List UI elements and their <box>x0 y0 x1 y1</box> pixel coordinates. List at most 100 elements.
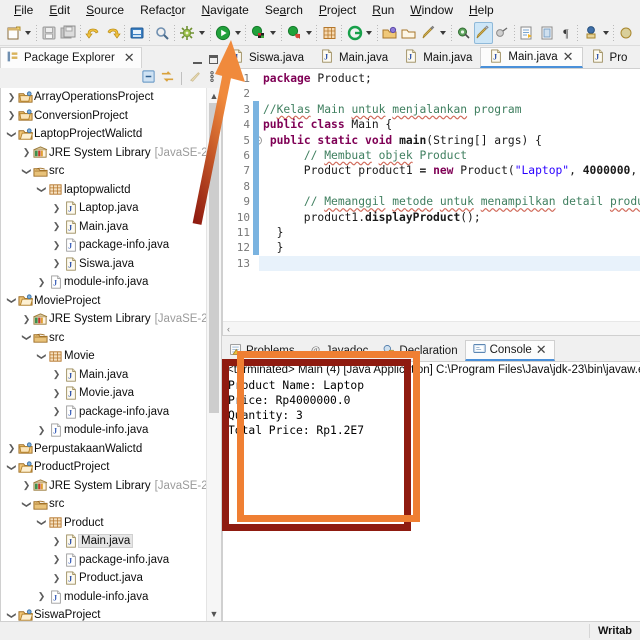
back-icon[interactable] <box>537 22 556 44</box>
tree-item-laptopprojectwalictd[interactable]: ❯LaptopProjectWalictd <box>1 125 221 144</box>
java-editor[interactable]: 12345−678910111213 package Product; //Ke… <box>222 68 640 336</box>
console-tab-problems[interactable]: Problems <box>222 340 302 361</box>
tree-item-movie-java[interactable]: ❯JMovie.java <box>1 384 221 403</box>
tree-item-jre-system-library[interactable]: ❯JRE System Library[JavaSE-23] <box>1 477 221 496</box>
last-edit-location-icon[interactable] <box>518 22 537 44</box>
coverage-icon[interactable] <box>284 22 303 44</box>
close-icon[interactable]: ✕ <box>124 50 135 66</box>
code-line[interactable]: product1.displayProduct(); <box>259 210 640 225</box>
save-icon[interactable] <box>40 22 59 44</box>
menu-item-file[interactable]: File <box>6 1 41 19</box>
chevron-right-icon[interactable]: ❯ <box>36 277 47 288</box>
chevron-right-icon[interactable]: ❯ <box>36 425 47 436</box>
menu-item-search[interactable]: Search <box>257 1 311 19</box>
tree-item-laptop-java[interactable]: ❯JLaptop.java <box>1 199 221 218</box>
tree-item-module-info-java[interactable]: ❯Jmodule-info.java <box>1 421 221 440</box>
debug-icon[interactable] <box>249 22 268 44</box>
chevron-right-icon[interactable]: ❯ <box>51 406 62 417</box>
chevron-down-icon[interactable]: ❯ <box>21 332 32 343</box>
chevron-right-icon[interactable]: ❯ <box>51 258 62 269</box>
editor-tab-2[interactable]: JMain.java <box>396 47 480 68</box>
scroll-down-icon[interactable]: ▼ <box>207 606 221 621</box>
tree-item-siswa-java[interactable]: ❯JSiswa.java <box>1 255 221 274</box>
console-tab-javadoc[interactable]: @Javadoc <box>302 340 376 361</box>
link-icon[interactable] <box>153 22 172 44</box>
tree-item-product-java[interactable]: ❯JProduct.java <box>1 569 221 588</box>
skip-breakpoints-icon[interactable] <box>581 22 600 44</box>
tree-item-main-java[interactable]: ❯JMain.java <box>1 218 221 237</box>
tree-item-arrayoperationsproject[interactable]: ❯ArrayOperationsProject <box>1 88 221 107</box>
project-tree[interactable]: ❯ArrayOperationsProject❯ConversionProjec… <box>0 88 222 622</box>
link-with-editor-icon[interactable] <box>160 69 175 87</box>
editor-tab-1[interactable]: JMain.java <box>312 47 396 68</box>
menu-item-edit[interactable]: Edit <box>41 1 78 19</box>
editor-tab-3[interactable]: JMain.java✕ <box>480 47 582 68</box>
chevron-down-icon[interactable]: ❯ <box>6 610 17 621</box>
chevron-right-icon[interactable]: ❯ <box>21 147 32 158</box>
chevron-right-icon[interactable]: ❯ <box>6 92 17 103</box>
chevron-right-icon[interactable]: ❯ <box>21 480 32 491</box>
source-code[interactable]: package Product; //Kelas Main untuk menj… <box>259 69 640 335</box>
tree-item-main-java[interactable]: ❯JMain.java <box>1 532 221 551</box>
close-icon[interactable]: ✕ <box>536 342 547 358</box>
chevron-right-icon[interactable]: ❯ <box>6 110 17 121</box>
tree-item-src[interactable]: ❯src <box>1 329 221 348</box>
console-tab-declaration[interactable]: Declaration <box>375 340 464 361</box>
code-line[interactable]: } <box>259 225 640 240</box>
code-line[interactable]: } <box>259 240 640 255</box>
chevron-down-icon[interactable]: ❯ <box>6 129 17 140</box>
chevron-down-icon[interactable]: ❯ <box>21 166 32 177</box>
chevron-down-icon[interactable]: ❯ <box>6 462 17 473</box>
tree-item-laptopwalictd[interactable]: ❯laptopwalictd <box>1 181 221 200</box>
editor-tab-4[interactable]: JPro <box>583 47 636 68</box>
chevron-down-icon[interactable]: ❯ <box>36 351 47 362</box>
pilcrow-icon[interactable]: ¶ <box>556 22 575 44</box>
code-line[interactable]: public static void main(String[] args) { <box>259 133 640 148</box>
new-package-icon[interactable] <box>345 22 364 44</box>
tree-item-package-info-java[interactable]: ❯Jpackage-info.java <box>1 551 221 570</box>
chevron-right-icon[interactable]: ❯ <box>51 203 62 214</box>
tree-item-product[interactable]: ❯Product <box>1 514 221 533</box>
code-line[interactable]: //Kelas Main untuk menjalankan program <box>259 102 640 117</box>
menu-item-help[interactable]: Help <box>461 1 502 19</box>
scrollbar-thumb[interactable] <box>209 103 219 413</box>
external-tools-icon[interactable] <box>178 22 197 44</box>
save-all-icon[interactable] <box>59 22 78 44</box>
external-tools-dropdown-icon[interactable] <box>197 22 208 44</box>
chevron-right-icon[interactable]: ❯ <box>51 221 62 232</box>
chevron-right-icon[interactable]: ❯ <box>51 554 62 565</box>
run-icon[interactable] <box>213 22 232 44</box>
menu-item-navigate[interactable]: Navigate <box>193 1 256 19</box>
editor-horizontal-scrollbar[interactable]: ‹ <box>223 321 640 335</box>
open-type-icon[interactable] <box>380 22 399 44</box>
chevron-right-icon[interactable]: ❯ <box>51 240 62 251</box>
tree-item-jre-system-library[interactable]: ❯JRE System Library[JavaSE-23] <box>1 310 221 329</box>
tab-package-explorer[interactable]: Package Explorer ✕ <box>0 47 142 68</box>
tree-item-package-info-java[interactable]: ❯Jpackage-info.java <box>1 403 221 422</box>
new-wizard-dropdown-icon[interactable] <box>23 22 34 44</box>
menu-item-source[interactable]: Source <box>78 1 132 19</box>
next-annotation-icon[interactable] <box>454 22 473 44</box>
tree-vertical-scrollbar[interactable]: ▲ ▼ <box>206 88 221 621</box>
close-icon[interactable]: ✕ <box>563 49 574 65</box>
tree-item-module-info-java[interactable]: ❯Jmodule-info.java <box>1 273 221 292</box>
code-line[interactable]: // Membuat objek Product <box>259 148 640 163</box>
minimize-icon[interactable] <box>193 55 202 64</box>
code-line[interactable]: package Product; <box>259 71 640 86</box>
code-line[interactable]: public class Main { <box>259 117 640 132</box>
search-dropdown-icon[interactable] <box>438 22 449 44</box>
chevron-down-icon[interactable]: ❯ <box>36 517 47 528</box>
code-line[interactable] <box>259 86 640 101</box>
console-output-panel[interactable]: <terminated> Main (4) [Java Application]… <box>222 361 640 622</box>
chevron-right-icon[interactable]: ❯ <box>51 536 62 547</box>
tree-item-package-info-java[interactable]: ❯Jpackage-info.java <box>1 236 221 255</box>
editor-tab-0[interactable]: JSiswa.java <box>222 47 312 68</box>
coverage-dropdown-icon[interactable] <box>304 22 315 44</box>
code-line[interactable]: Product product1 = new Product("Laptop",… <box>259 163 640 178</box>
menu-item-run[interactable]: Run <box>364 1 402 19</box>
tree-item-perpustakaanwalictd[interactable]: ❯PerpustakaanWalictd <box>1 440 221 459</box>
new-package-dropdown-icon[interactable] <box>364 22 375 44</box>
focus-icon[interactable] <box>188 69 203 87</box>
chevron-right-icon[interactable]: ❯ <box>51 369 62 380</box>
tree-item-main-java[interactable]: ❯JMain.java <box>1 366 221 385</box>
